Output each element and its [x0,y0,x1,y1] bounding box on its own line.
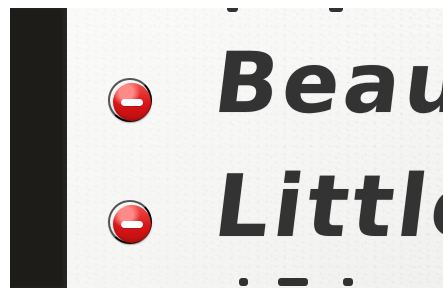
minus-circle-icon [113,205,151,243]
delete-button-beau[interactable] [108,78,152,122]
ink-fragment [343,278,353,286]
ink-fragment [227,8,238,12]
list-item-label[interactable]: Little [209,157,443,257]
delete-button-little[interactable] [108,200,152,244]
list-row-beau[interactable]: Beau [67,34,443,134]
dark-sidebar-edge [10,8,67,288]
handwritten-list-paper: Beau Little [67,8,443,288]
ink-fragment [278,278,308,286]
list-item-label[interactable]: Beau [209,34,443,132]
ink-fragment [239,278,248,286]
ink-fragment [329,8,343,12]
list-row-little[interactable]: Little [67,157,443,257]
list-edit-screen: Beau Little [0,0,443,291]
partially-visible-previous-item [227,8,355,19]
partially-visible-next-item [227,278,385,288]
minus-circle-icon [113,83,151,121]
